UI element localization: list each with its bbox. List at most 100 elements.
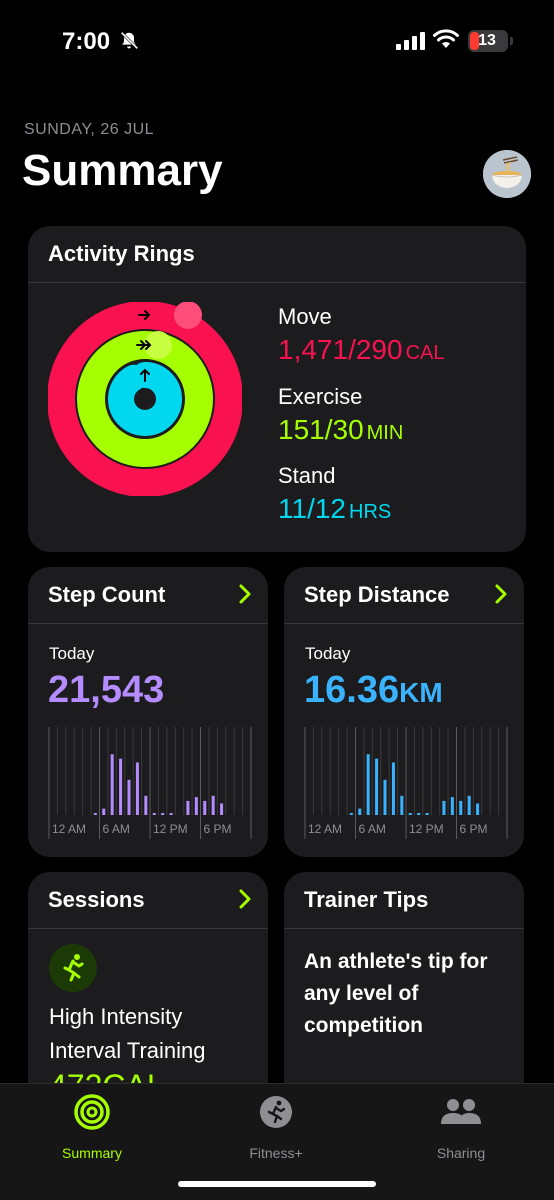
chart-bar bbox=[358, 808, 362, 815]
stand-value-text: 11/12 bbox=[278, 493, 346, 524]
chart-bar bbox=[383, 779, 387, 815]
chart-bar bbox=[203, 800, 207, 815]
move-label: Move bbox=[278, 304, 332, 329]
step-count-value: 21,543 bbox=[48, 669, 165, 711]
divider bbox=[28, 282, 526, 283]
divider bbox=[284, 623, 524, 624]
step-distance-card[interactable]: Step Distance Today 16.36KM 12 AM 6 AM 12 … bbox=[284, 567, 524, 857]
chart-bar bbox=[211, 795, 215, 815]
divider bbox=[28, 623, 268, 624]
move-value: 1,471/290 CAL bbox=[278, 334, 444, 366]
exercise-value-text: 151/30 bbox=[278, 414, 364, 445]
stand-ring bbox=[108, 362, 182, 436]
move-ring-cap bbox=[174, 302, 202, 329]
chart-bar bbox=[375, 758, 379, 815]
sharing-icon bbox=[441, 1099, 481, 1124]
chart-bar bbox=[93, 813, 97, 815]
tab-sharing[interactable]: Sharing bbox=[401, 1094, 521, 1164]
step-distance-unit: KM bbox=[399, 677, 443, 708]
chart-bar bbox=[161, 813, 165, 815]
exercise-ring bbox=[77, 331, 213, 467]
chart-bar bbox=[194, 797, 198, 815]
bell-slash-icon bbox=[120, 31, 139, 50]
chart-axis-label: 12 PM bbox=[153, 822, 188, 836]
chart-axis-label: 12 AM bbox=[308, 822, 342, 836]
chart-axis-label: 6 AM bbox=[103, 822, 130, 836]
chart-bar bbox=[119, 758, 123, 815]
chart-bar bbox=[476, 803, 480, 815]
avatar[interactable] bbox=[483, 150, 531, 198]
chart-bar bbox=[152, 813, 156, 815]
chart-bar bbox=[349, 813, 353, 815]
chart-bar bbox=[467, 795, 471, 815]
battery-icon: 13 bbox=[468, 30, 508, 52]
chart-bar bbox=[400, 795, 404, 815]
chart-axis-label: 6 PM bbox=[460, 822, 488, 836]
chart-bar bbox=[220, 803, 224, 815]
stand-value: 11/12 HRS bbox=[278, 493, 391, 525]
stand-unit: HRS bbox=[349, 501, 392, 523]
chart-bar bbox=[169, 813, 173, 815]
chart-bar bbox=[425, 813, 429, 815]
chart-bar bbox=[102, 808, 106, 815]
chart-bar bbox=[366, 754, 370, 815]
signal-icon bbox=[396, 32, 425, 50]
stand-label: Stand bbox=[278, 463, 336, 488]
date-label: SUNDAY, 26 JUL bbox=[24, 121, 155, 138]
status-bar: 7:00 13 bbox=[0, 0, 554, 84]
step-distance-title: Step Distance bbox=[304, 582, 450, 607]
activity-rings-chart bbox=[48, 302, 242, 496]
noodle-bowl-icon bbox=[483, 150, 531, 198]
status-time: 7:00 bbox=[62, 28, 111, 55]
trainer-tip-text: An athlete's tip for any level of compet… bbox=[304, 950, 488, 1037]
battery-level: 13 bbox=[478, 32, 496, 49]
activity-rings-icon bbox=[74, 1094, 110, 1130]
exercise-value: 151/30 MIN bbox=[278, 414, 403, 446]
step-distance-period: Today bbox=[305, 644, 351, 663]
battery-nub bbox=[510, 37, 513, 45]
tab-fitness-plus-label: Fitness+ bbox=[249, 1145, 303, 1161]
chart-bar bbox=[391, 762, 395, 815]
wifi-icon bbox=[433, 29, 459, 48]
step-distance-chart: 12 AM 6 AM 12 PM 6 PM bbox=[304, 727, 508, 839]
chart-bar bbox=[110, 754, 114, 815]
chart-axis-label: 12 AM bbox=[52, 822, 86, 836]
chart-bar bbox=[417, 813, 421, 815]
tab-fitness-plus[interactable]: Fitness+ bbox=[216, 1094, 336, 1164]
step-distance-value: 16.36KM bbox=[304, 669, 443, 712]
chart-axis-label: 6 PM bbox=[204, 822, 232, 836]
move-unit: CAL bbox=[405, 342, 445, 364]
session-workout-name: High Intensity Interval Training bbox=[49, 1004, 206, 1063]
sessions-title: Sessions bbox=[48, 887, 145, 912]
step-distance-value-text: 16.36 bbox=[304, 669, 400, 711]
page-title: Summary bbox=[22, 146, 223, 195]
tab-sharing-label: Sharing bbox=[436, 1145, 486, 1161]
home-indicator bbox=[178, 1181, 376, 1187]
trainer-tips-title: Trainer Tips bbox=[304, 887, 429, 912]
tab-summary-label: Summary bbox=[62, 1145, 122, 1161]
chart-bar bbox=[144, 795, 148, 815]
chart-bar bbox=[186, 800, 190, 815]
chart-axis-label: 12 PM bbox=[409, 822, 444, 836]
chart-axis-label: 6 AM bbox=[359, 822, 386, 836]
step-count-card[interactable]: Step Count Today 21,543 12 AM 6 AM 12 PM 6 … bbox=[28, 567, 268, 857]
chart-bar bbox=[442, 800, 446, 815]
chevron-right-icon bbox=[239, 584, 251, 604]
chevron-right-icon bbox=[239, 889, 251, 909]
tab-summary[interactable]: Summary bbox=[32, 1094, 152, 1164]
exercise-label: Exercise bbox=[278, 384, 363, 409]
exercise-unit: MIN bbox=[366, 422, 404, 444]
move-value-text: 1,471/290 bbox=[278, 334, 403, 365]
hiit-workout-icon bbox=[49, 944, 97, 992]
fitness-plus-icon bbox=[260, 1096, 292, 1128]
divider bbox=[28, 928, 268, 929]
step-count-chart: 12 AM 6 AM 12 PM 6 PM bbox=[48, 727, 252, 839]
chart-bar bbox=[408, 813, 412, 815]
step-count-title: Step Count bbox=[48, 582, 166, 607]
chevron-right-icon bbox=[495, 584, 507, 604]
step-count-period: Today bbox=[49, 644, 95, 663]
chart-bar bbox=[450, 797, 454, 815]
activity-rings-card[interactable]: Activity Rings Move 1,471/290 CAL Exercis… bbox=[28, 226, 526, 552]
activity-rings-title: Activity Rings bbox=[48, 241, 195, 266]
chart-bar bbox=[127, 779, 131, 815]
